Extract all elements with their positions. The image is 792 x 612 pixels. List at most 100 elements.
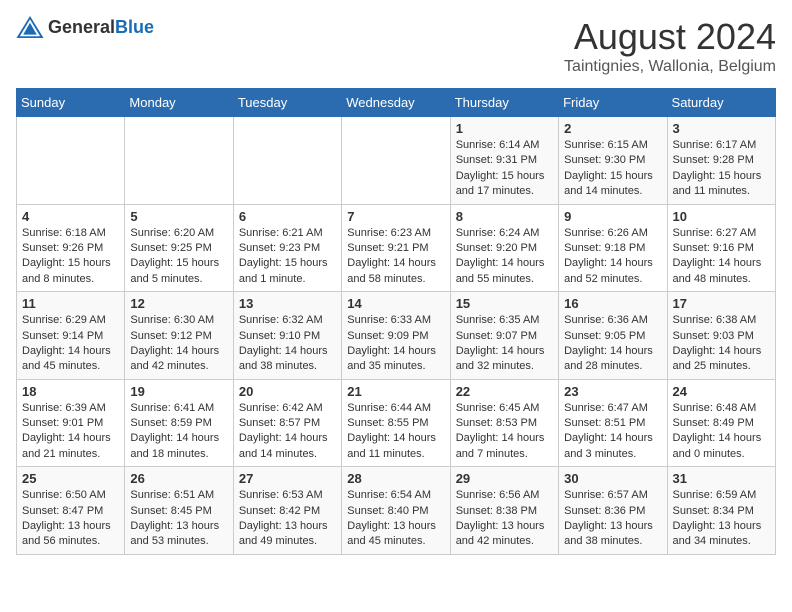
weekday-header-sunday: Sunday — [17, 89, 125, 117]
calendar-cell: 10 Sunrise: 6:27 AM Sunset: 9:16 PM Dayli… — [667, 204, 775, 292]
day-number: 5 — [130, 209, 227, 224]
day-number: 7 — [347, 209, 444, 224]
calendar-cell: 8 Sunrise: 6:24 AM Sunset: 9:20 PM Daylig… — [450, 204, 558, 292]
day-info: Sunrise: 6:41 AM Sunset: 8:59 PM Dayligh… — [130, 401, 227, 463]
calendar-cell: 7 Sunrise: 6:23 AM Sunset: 9:21 PM Daylig… — [342, 204, 450, 292]
calendar-cell: 14 Sunrise: 6:33 AM Sunset: 9:09 PM Dayli… — [342, 292, 450, 380]
day-number: 13 — [239, 296, 336, 311]
calendar-cell — [342, 117, 450, 205]
day-info: Sunrise: 6:32 AM Sunset: 9:10 PM Dayligh… — [239, 313, 336, 375]
day-info: Sunrise: 6:27 AM Sunset: 9:16 PM Dayligh… — [673, 226, 770, 288]
calendar-cell: 25 Sunrise: 6:50 AM Sunset: 8:47 PM Dayli… — [17, 467, 125, 555]
calendar-cell: 26Sunrise: 6:51 AM Sunset: 8:45 PM Dayli… — [125, 467, 233, 555]
calendar-cell: 30 Sunrise: 6:57 AM Sunset: 8:36 PM Dayli… — [559, 467, 667, 555]
weekday-header-saturday: Saturday — [667, 89, 775, 117]
day-number: 1 — [456, 121, 553, 136]
day-info: Sunrise: 6:21 AM Sunset: 9:23 PM Dayligh… — [239, 226, 336, 288]
day-info: Sunrise: 6:48 AM Sunset: 8:49 PM Dayligh… — [673, 401, 770, 463]
day-number: 3 — [673, 121, 770, 136]
day-number: 10 — [673, 209, 770, 224]
logo-general: GeneralBlue — [48, 17, 154, 38]
day-info: Sunrise: 6:15 AM Sunset: 9:30 PM Dayligh… — [564, 138, 661, 200]
calendar-week-row: 4 Sunrise: 6:18 AM Sunset: 9:26 PM Daylig… — [17, 204, 776, 292]
day-info: Sunrise: 6:56 AM Sunset: 8:38 PM Dayligh… — [456, 488, 553, 550]
day-info: Sunrise: 6:38 AM Sunset: 9:03 PM Dayligh… — [673, 313, 770, 375]
weekday-header-thursday: Thursday — [450, 89, 558, 117]
weekday-header-tuesday: Tuesday — [233, 89, 341, 117]
calendar-cell: 2 Sunrise: 6:15 AM Sunset: 9:30 PM Daylig… — [559, 117, 667, 205]
day-number: 18 — [22, 384, 119, 399]
day-number: 25 — [22, 471, 119, 486]
day-number: 9 — [564, 209, 661, 224]
calendar-cell: 22 Sunrise: 6:45 AM Sunset: 8:53 PM Dayli… — [450, 379, 558, 467]
calendar-week-row: 18 Sunrise: 6:39 AM Sunset: 9:01 PM Dayli… — [17, 379, 776, 467]
day-info: Sunrise: 6:24 AM Sunset: 9:20 PM Dayligh… — [456, 226, 553, 288]
day-number: 24 — [673, 384, 770, 399]
header: GeneralBlue August 2024 Taintignies, Wal… — [16, 16, 776, 76]
calendar-week-row: 1 Sunrise: 6:14 AM Sunset: 9:31 PM Daylig… — [17, 117, 776, 205]
day-number: 8 — [456, 209, 553, 224]
day-number: 12 — [130, 296, 227, 311]
logo: GeneralBlue — [16, 16, 154, 38]
calendar-title: August 2024 — [564, 16, 776, 58]
calendar-table: SundayMondayTuesdayWednesdayThursdayFrid… — [16, 88, 776, 555]
calendar-cell: 12 Sunrise: 6:30 AM Sunset: 9:12 PM Dayli… — [125, 292, 233, 380]
day-info: Sunrise: 6:18 AM Sunset: 9:26 PM Dayligh… — [22, 226, 119, 288]
calendar-subtitle: Taintignies, Wallonia, Belgium — [564, 58, 776, 76]
calendar-cell: 19Sunrise: 6:41 AM Sunset: 8:59 PM Dayli… — [125, 379, 233, 467]
day-info: Sunrise: 6:59 AM Sunset: 8:34 PM Dayligh… — [673, 488, 770, 550]
day-info: Sunrise: 6:44 AM Sunset: 8:55 PM Dayligh… — [347, 401, 444, 463]
calendar-cell: 23 Sunrise: 6:47 AM Sunset: 8:51 PM Dayli… — [559, 379, 667, 467]
day-number: 30 — [564, 471, 661, 486]
day-number: 27 — [239, 471, 336, 486]
day-info: Sunrise: 6:45 AM Sunset: 8:53 PM Dayligh… — [456, 401, 553, 463]
day-number: 14 — [347, 296, 444, 311]
day-number: 16 — [564, 296, 661, 311]
day-number: 4 — [22, 209, 119, 224]
day-info: Sunrise: 6:39 AM Sunset: 9:01 PM Dayligh… — [22, 401, 119, 463]
calendar-cell: 9Sunrise: 6:26 AM Sunset: 9:18 PM Daylig… — [559, 204, 667, 292]
day-info: Sunrise: 6:50 AM Sunset: 8:47 PM Dayligh… — [22, 488, 119, 550]
day-number: 26 — [130, 471, 227, 486]
day-number: 22 — [456, 384, 553, 399]
day-number: 6 — [239, 209, 336, 224]
calendar-cell: 3 Sunrise: 6:17 AM Sunset: 9:28 PM Daylig… — [667, 117, 775, 205]
calendar-cell: 24 Sunrise: 6:48 AM Sunset: 8:49 PM Dayli… — [667, 379, 775, 467]
day-info: Sunrise: 6:47 AM Sunset: 8:51 PM Dayligh… — [564, 401, 661, 463]
day-number: 29 — [456, 471, 553, 486]
day-info: Sunrise: 6:30 AM Sunset: 9:12 PM Dayligh… — [130, 313, 227, 375]
day-number: 15 — [456, 296, 553, 311]
day-info: Sunrise: 6:17 AM Sunset: 9:28 PM Dayligh… — [673, 138, 770, 200]
day-info: Sunrise: 6:36 AM Sunset: 9:05 PM Dayligh… — [564, 313, 661, 375]
calendar-cell: 17Sunrise: 6:38 AM Sunset: 9:03 PM Dayli… — [667, 292, 775, 380]
calendar-cell — [125, 117, 233, 205]
day-info: Sunrise: 6:14 AM Sunset: 9:31 PM Dayligh… — [456, 138, 553, 200]
calendar-cell — [233, 117, 341, 205]
day-number: 11 — [22, 296, 119, 311]
day-info: Sunrise: 6:33 AM Sunset: 9:09 PM Dayligh… — [347, 313, 444, 375]
calendar-cell: 4 Sunrise: 6:18 AM Sunset: 9:26 PM Daylig… — [17, 204, 125, 292]
day-info: Sunrise: 6:23 AM Sunset: 9:21 PM Dayligh… — [347, 226, 444, 288]
day-info: Sunrise: 6:57 AM Sunset: 8:36 PM Dayligh… — [564, 488, 661, 550]
day-info: Sunrise: 6:42 AM Sunset: 8:57 PM Dayligh… — [239, 401, 336, 463]
calendar-cell: 16 Sunrise: 6:36 AM Sunset: 9:05 PM Dayli… — [559, 292, 667, 380]
weekday-header-row: SundayMondayTuesdayWednesdayThursdayFrid… — [17, 89, 776, 117]
calendar-cell: 21Sunrise: 6:44 AM Sunset: 8:55 PM Dayli… — [342, 379, 450, 467]
day-number: 20 — [239, 384, 336, 399]
calendar-cell: 1 Sunrise: 6:14 AM Sunset: 9:31 PM Daylig… — [450, 117, 558, 205]
weekday-header-monday: Monday — [125, 89, 233, 117]
calendar-cell: 11Sunrise: 6:29 AM Sunset: 9:14 PM Dayli… — [17, 292, 125, 380]
day-number: 2 — [564, 121, 661, 136]
calendar-cell: 29 Sunrise: 6:56 AM Sunset: 8:38 PM Dayli… — [450, 467, 558, 555]
day-number: 23 — [564, 384, 661, 399]
day-info: Sunrise: 6:35 AM Sunset: 9:07 PM Dayligh… — [456, 313, 553, 375]
calendar-cell — [17, 117, 125, 205]
weekday-header-friday: Friday — [559, 89, 667, 117]
day-number: 31 — [673, 471, 770, 486]
title-section: August 2024 Taintignies, Wallonia, Belgi… — [564, 16, 776, 76]
day-info: Sunrise: 6:20 AM Sunset: 9:25 PM Dayligh… — [130, 226, 227, 288]
calendar-cell: 28Sunrise: 6:54 AM Sunset: 8:40 PM Dayli… — [342, 467, 450, 555]
day-number: 28 — [347, 471, 444, 486]
calendar-week-row: 25 Sunrise: 6:50 AM Sunset: 8:47 PM Dayli… — [17, 467, 776, 555]
calendar-cell: 6 Sunrise: 6:21 AM Sunset: 9:23 PM Daylig… — [233, 204, 341, 292]
